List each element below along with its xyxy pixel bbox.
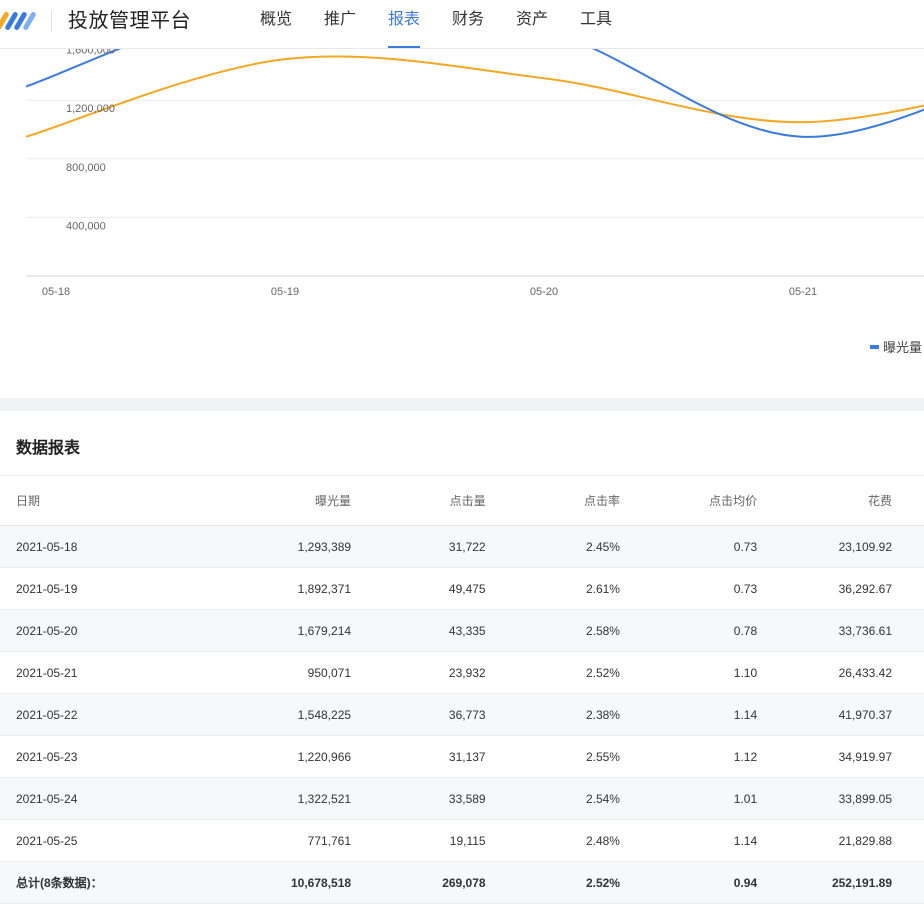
cell-impressions: 950,071 bbox=[214, 651, 353, 694]
cell-impressions: 771,761 bbox=[214, 819, 353, 862]
cell-ctr: 2.54% bbox=[486, 777, 621, 820]
cell-clicks: 31,722 bbox=[352, 525, 487, 568]
cell-clicks: 36,773 bbox=[352, 693, 487, 736]
x-tick-label: 05-18 bbox=[42, 286, 70, 298]
data-report-card: 数据报表 日期 曝光量 点击量 点击率 点击均价 花费 2021-05-18 1… bbox=[0, 411, 924, 904]
table-title: 数据报表 bbox=[16, 440, 81, 457]
trend-line-chart[interactable]: 1,600,000 1,200,000 800,000 400,000 05-18 05… bbox=[0, 49, 924, 398]
cell-ctr: 2.38% bbox=[486, 693, 621, 736]
cell-impressions: 1,322,521 bbox=[214, 777, 353, 820]
total-impressions: 10,678,518 bbox=[214, 861, 353, 904]
nav-item-promotion[interactable]: 推广 bbox=[324, 0, 356, 48]
cell-cost: 26,433.42 bbox=[758, 651, 924, 694]
cell-cost: 33,736.61 bbox=[758, 609, 924, 652]
cell-cost: 41,970.37 bbox=[758, 693, 924, 736]
cell-impressions: 1,548,225 bbox=[214, 693, 353, 736]
total-clicks: 269,078 bbox=[352, 861, 487, 904]
total-label: 总计(8条数据)： bbox=[0, 861, 215, 904]
y-tick-label: 1,600,000 bbox=[66, 49, 115, 57]
nav-item-finance[interactable]: 财务 bbox=[452, 0, 484, 48]
cell-clicks: 33,589 bbox=[352, 777, 487, 820]
table-row: 2021-05-20 1,679,214 43,335 2.58% 0.78 3… bbox=[0, 609, 924, 652]
cell-clicks: 23,932 bbox=[352, 651, 487, 694]
table-total-row: 总计(8条数据)： 10,678,518 269,078 2.52% 0.94 … bbox=[0, 861, 924, 904]
legend-swatch-impressions bbox=[869, 344, 879, 349]
header-impressions[interactable]: 曝光量 bbox=[214, 476, 353, 526]
nav-item-assets[interactable]: 资产 bbox=[516, 0, 548, 48]
chart-legend[interactable]: 曝光量 bbox=[869, 337, 922, 356]
cell-ctr: 2.45% bbox=[486, 525, 621, 568]
table-row: 2021-05-22 1,548,225 36,773 2.38% 1.14 4… bbox=[0, 693, 924, 736]
app-title: 投放管理平台 bbox=[68, 10, 191, 32]
cell-avg-cpc: 1.10 bbox=[620, 651, 759, 694]
cell-date: 2021-05-20 bbox=[0, 609, 215, 652]
cell-impressions: 1,293,389 bbox=[214, 525, 353, 568]
cell-avg-cpc: 0.73 bbox=[620, 567, 759, 610]
cell-cost: 21,829.88 bbox=[758, 819, 924, 862]
top-navigation-bar: 投放管理平台 概览 推广 报表 财务 资产 工具 bbox=[0, 0, 924, 49]
y-tick-label: 400,000 bbox=[66, 220, 106, 232]
cell-avg-cpc: 0.78 bbox=[620, 609, 759, 652]
cell-clicks: 31,137 bbox=[352, 735, 487, 778]
cell-cost: 23,109.92 bbox=[758, 525, 924, 568]
cell-clicks: 19,115 bbox=[352, 819, 487, 862]
cell-ctr: 2.61% bbox=[486, 567, 621, 610]
x-tick-label: 05-19 bbox=[271, 286, 299, 298]
cell-date: 2021-05-25 bbox=[0, 819, 215, 862]
cell-avg-cpc: 1.14 bbox=[620, 819, 759, 862]
cell-avg-cpc: 1.01 bbox=[620, 777, 759, 820]
nav-item-tools[interactable]: 工具 bbox=[580, 0, 612, 48]
cell-avg-cpc: 0.73 bbox=[620, 525, 759, 568]
nav-item-reports[interactable]: 报表 bbox=[388, 0, 421, 48]
table-row: 2021-05-18 1,293,389 31,722 2.45% 0.73 2… bbox=[0, 525, 924, 568]
cell-impressions: 1,679,214 bbox=[214, 609, 353, 652]
trend-chart-card: 1,600,000 1,200,000 800,000 400,000 05-18 05… bbox=[0, 49, 924, 398]
total-cost: 252,191.89 bbox=[758, 861, 924, 904]
cell-date: 2021-05-18 bbox=[0, 525, 215, 568]
cell-clicks: 43,335 bbox=[352, 609, 487, 652]
table-row: 2021-05-23 1,220,966 31,137 2.55% 1.12 3… bbox=[0, 735, 924, 778]
cell-date: 2021-05-23 bbox=[0, 735, 215, 778]
y-tick-label: 800,000 bbox=[66, 162, 106, 174]
series-line-secondary[interactable] bbox=[26, 55, 924, 138]
x-tick-label: 05-21 bbox=[789, 286, 817, 298]
cell-date: 2021-05-22 bbox=[0, 693, 215, 736]
table-row: 2021-05-19 1,892,371 49,475 2.61% 0.73 3… bbox=[0, 567, 924, 610]
total-ctr: 2.52% bbox=[486, 861, 621, 904]
table-row: 2021-05-21 950,071 23,932 2.52% 1.10 26,… bbox=[0, 651, 924, 694]
x-tick-label: 05-20 bbox=[530, 286, 558, 298]
cell-ctr: 2.58% bbox=[486, 609, 621, 652]
header-date[interactable]: 日期 bbox=[0, 476, 215, 526]
cell-impressions: 1,220,966 bbox=[214, 735, 353, 778]
cell-avg-cpc: 1.14 bbox=[620, 693, 759, 736]
legend-label-impressions: 曝光量 bbox=[882, 340, 922, 355]
cell-ctr: 2.48% bbox=[486, 819, 621, 862]
y-tick-label: 1,200,000 bbox=[66, 103, 115, 115]
logo-divider bbox=[51, 10, 52, 32]
table-header-row: 日期 曝光量 点击量 点击率 点击均价 花费 bbox=[0, 476, 924, 526]
logo-stripes-icon[interactable] bbox=[0, 9, 38, 33]
header-avg-cpc[interactable]: 点击均价 bbox=[620, 476, 759, 526]
cell-date: 2021-05-24 bbox=[0, 777, 215, 820]
cell-avg-cpc: 1.12 bbox=[620, 735, 759, 778]
cell-impressions: 1,892,371 bbox=[214, 567, 353, 610]
cell-ctr: 2.55% bbox=[486, 735, 621, 778]
total-avg-cpc: 0.94 bbox=[620, 861, 759, 904]
cell-clicks: 49,475 bbox=[352, 567, 487, 610]
cell-date: 2021-05-19 bbox=[0, 567, 215, 610]
table-row: 2021-05-25 771,761 19,115 2.48% 1.14 21,… bbox=[0, 819, 924, 862]
header-clicks[interactable]: 点击量 bbox=[352, 476, 487, 526]
cell-cost: 33,899.05 bbox=[758, 777, 924, 820]
header-cost[interactable]: 花费 bbox=[758, 476, 924, 526]
cell-ctr: 2.52% bbox=[486, 651, 621, 694]
cell-date: 2021-05-21 bbox=[0, 651, 215, 694]
cell-cost: 36,292.67 bbox=[758, 567, 924, 610]
series-line-impressions[interactable] bbox=[26, 49, 924, 138]
table-row: 2021-05-24 1,322,521 33,589 2.54% 1.01 3… bbox=[0, 777, 924, 820]
header-ctr[interactable]: 点击率 bbox=[486, 476, 621, 526]
report-table: 日期 曝光量 点击量 点击率 点击均价 花费 2021-05-18 1,293,… bbox=[0, 476, 924, 904]
nav-item-overview[interactable]: 概览 bbox=[260, 0, 292, 48]
cell-cost: 34,919.97 bbox=[758, 735, 924, 778]
